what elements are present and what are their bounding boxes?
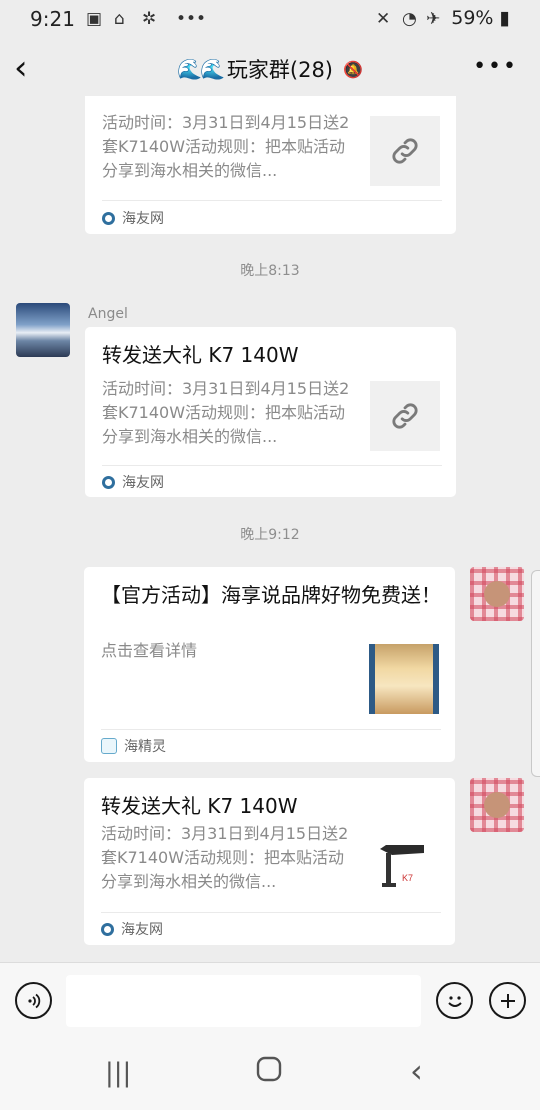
system-nav-bar: ||| ‹ xyxy=(0,1040,540,1110)
link-card-source: 海友网 xyxy=(102,208,164,228)
sender-name: Angel xyxy=(88,306,128,322)
chevron-left-icon[interactable]: ‹ xyxy=(14,48,28,88)
lamp-thumbnail: K7 xyxy=(369,828,439,898)
plus-icon[interactable] xyxy=(489,982,526,1019)
link-card-description: 活动时间：3月31日到4月15日送2套K7140W活动规则：把本贴活动分享到海水… xyxy=(102,113,350,180)
avatar[interactable] xyxy=(16,303,70,357)
link-icon xyxy=(370,381,440,451)
link-card-source: 海友网 xyxy=(101,919,163,939)
link-card-title: 【官方活动】海享说品牌好物免费送！ xyxy=(101,583,441,607)
source-name: 海精灵 xyxy=(124,739,166,755)
mute-icon: ✕ xyxy=(376,9,391,29)
back-icon[interactable]: ‹ xyxy=(410,1052,423,1090)
avatar[interactable] xyxy=(470,778,524,832)
image-notification-icon: ▣ xyxy=(86,9,103,29)
timestamp: 晚上9:12 xyxy=(240,527,300,543)
timestamp: 晚上8:13 xyxy=(240,263,300,279)
link-card-title: 转发送大礼 K7 140W xyxy=(102,343,299,367)
chat-header: ‹ 🌊🌊 玩家群(28) 🔕 ••• xyxy=(0,40,540,98)
source-logo-icon xyxy=(101,738,117,754)
card-divider xyxy=(101,729,441,730)
chat-title: 🌊🌊 玩家群(28) 🔕 xyxy=(177,54,363,84)
group-name: 玩家群(28) xyxy=(226,58,333,82)
card-divider xyxy=(102,200,442,201)
wifi-icon: ◔ xyxy=(402,9,417,29)
message-input[interactable] xyxy=(66,975,421,1027)
airplane-mode-icon: ✈ xyxy=(426,9,441,29)
source-name: 海友网 xyxy=(122,211,164,227)
link-icon xyxy=(370,116,440,186)
battery-icon: ▮ xyxy=(499,7,510,29)
link-card-source: 海精灵 xyxy=(101,736,166,756)
wave-emoji-icon: 🌊🌊 xyxy=(177,57,225,81)
link-card[interactable]: 转发送大礼 K7 140W 活动时间：3月31日到4月15日送2套K7140W活… xyxy=(85,327,456,497)
wechat-notification-icon: ✲ xyxy=(142,9,157,29)
battery-percent: 59% xyxy=(451,7,494,29)
status-time: 9:21 xyxy=(30,7,75,31)
svg-text:K7: K7 xyxy=(402,873,413,883)
link-card-title: 转发送大礼 K7 140W xyxy=(101,794,298,818)
source-logo-icon xyxy=(102,211,115,225)
input-bar xyxy=(0,962,540,1041)
more-notifications-icon: ••• xyxy=(176,9,207,29)
card-divider xyxy=(102,465,442,466)
scroll-indicator[interactable] xyxy=(531,570,540,777)
voice-icon[interactable] xyxy=(15,982,52,1019)
link-card-description: 活动时间：3月31日到4月15日送2套K7140W活动规则：把本贴活动分享到海水… xyxy=(101,824,349,891)
link-card-description: 点击查看详情 xyxy=(101,641,198,660)
source-name: 海友网 xyxy=(122,475,164,491)
bell-off-icon: 🔕 xyxy=(343,59,363,79)
card-divider xyxy=(101,912,441,913)
link-card[interactable]: 活动时间：3月31日到4月15日送2套K7140W活动规则：把本贴活动分享到海水… xyxy=(85,96,456,234)
more-dots-icon[interactable]: ••• xyxy=(473,54,518,79)
avatar[interactable] xyxy=(470,567,524,621)
recents-icon[interactable]: ||| xyxy=(105,1058,131,1088)
battery-level: 59% ▮ xyxy=(451,7,510,29)
home-icon[interactable] xyxy=(256,1056,282,1089)
link-card[interactable]: 转发送大礼 K7 140W 活动时间：3月31日到4月15日送2套K7140W活… xyxy=(84,778,455,945)
app-notification-icon: ⌂ xyxy=(114,9,125,29)
product-thumbnail xyxy=(369,644,439,714)
link-card-description: 活动时间：3月31日到4月15日送2套K7140W活动规则：把本贴活动分享到海水… xyxy=(102,379,350,446)
source-name: 海友网 xyxy=(121,922,163,938)
source-logo-icon xyxy=(102,475,115,489)
link-card[interactable]: 【官方活动】海享说品牌好物免费送！ 点击查看详情 海精灵 xyxy=(84,567,455,762)
status-bar: 9:21 ▣ ⌂ ✲ ••• ✕ ◔ ✈ 59% ▮ xyxy=(0,0,540,38)
emoji-icon[interactable] xyxy=(436,982,473,1019)
source-logo-icon xyxy=(101,922,114,936)
link-card-source: 海友网 xyxy=(102,472,164,492)
